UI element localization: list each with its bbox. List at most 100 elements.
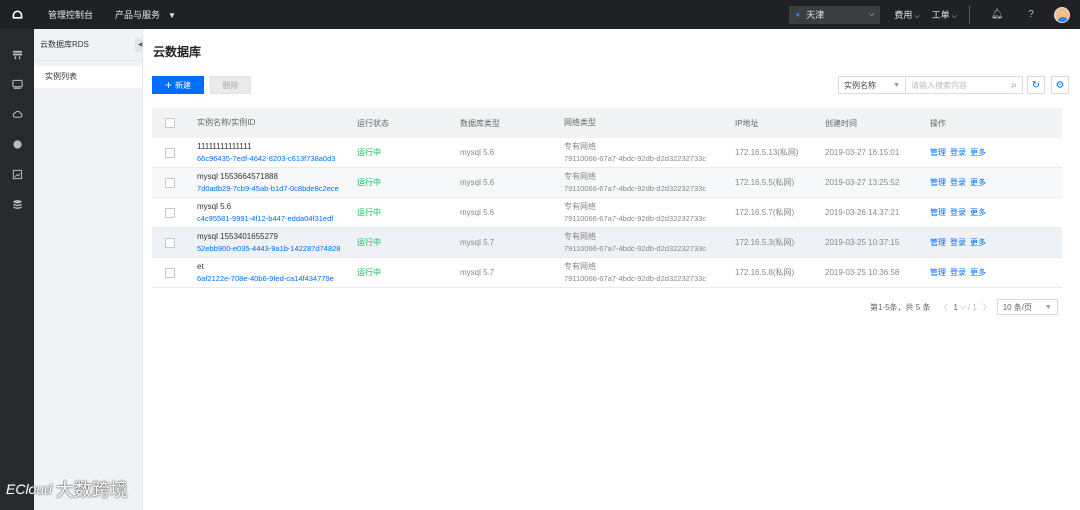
current-page[interactable]: 1 bbox=[953, 303, 957, 312]
login-link[interactable]: 登录 bbox=[950, 178, 966, 187]
instance-cell: mysql 5.6 c4c95581-9991-4f12-b447-edda04f… bbox=[187, 201, 357, 225]
ip-address: 172.16.5.5(私网) bbox=[735, 178, 795, 187]
more-link[interactable]: 更多 bbox=[970, 268, 986, 277]
table-row: mysql 5.6 c4c95581-9991-4f12-b447-edda04f… bbox=[152, 198, 1062, 228]
server-icon[interactable] bbox=[0, 39, 34, 69]
cloud-icon[interactable] bbox=[0, 99, 34, 129]
manage-link[interactable]: 管理 bbox=[930, 268, 946, 277]
table-row: mysql 1553401655279 52ebb900-e035-4443-9a… bbox=[152, 228, 1062, 258]
plus-icon: + bbox=[164, 78, 172, 92]
instance-id-link[interactable]: 6af2122e-708e-40b6-9fed-ca14f434779e bbox=[197, 273, 357, 285]
operations-cell: 管理 登录 更多 bbox=[930, 177, 1062, 188]
operations-cell: 管理 登录 更多 bbox=[930, 207, 1062, 218]
next-page-icon[interactable]: 〉 bbox=[983, 302, 991, 313]
filter-field-select[interactable]: 实例名称 ▼ bbox=[839, 77, 906, 93]
network-cell: 专有网络 79110066-67a7-4bdc-92db-d2d32232733c bbox=[564, 261, 735, 285]
gear-icon[interactable]: ⚙ bbox=[1051, 76, 1069, 94]
cost-menu[interactable]: 费用 ⌵ bbox=[894, 8, 919, 21]
row-select-cell bbox=[152, 267, 187, 278]
ticket-label: 工单 bbox=[931, 10, 950, 20]
more-link[interactable]: 更多 bbox=[970, 148, 986, 157]
more-link[interactable]: 更多 bbox=[970, 178, 986, 187]
db-type: mysql 5.7 bbox=[460, 268, 495, 277]
sidebar-title: 云数据库RDS ◀ bbox=[34, 29, 145, 61]
page-size-select[interactable]: 10 条/页 ▼ bbox=[996, 299, 1058, 315]
more-link[interactable]: 更多 bbox=[970, 208, 986, 217]
status-badge: 运行中 bbox=[357, 148, 381, 157]
status-badge: 运行中 bbox=[357, 208, 381, 217]
avatar[interactable] bbox=[1054, 6, 1070, 23]
instance-id-link[interactable]: c4c95581-9991-4f12-b447-edda04f31edf bbox=[197, 213, 357, 225]
manage-link[interactable]: 管理 bbox=[930, 148, 946, 157]
products-menu[interactable]: 产品与服务 ▼ bbox=[115, 8, 176, 21]
instance-id-link[interactable]: 7d0adb29-7cb9-45ab-b1d7-0c8bde8c2ece bbox=[197, 183, 357, 195]
sidebar-item-instance-list[interactable]: 实例列表 bbox=[34, 66, 142, 88]
console-link[interactable]: 管理控制台 bbox=[48, 8, 93, 21]
table-row: 11111111111111 66c96435-7edf-4642-8203-c6… bbox=[152, 138, 1062, 168]
bell-icon[interactable]: 🔔︎ bbox=[980, 9, 1014, 20]
instance-name: 11111111111111 bbox=[197, 141, 252, 151]
manage-link[interactable]: 管理 bbox=[930, 238, 946, 247]
status-badge: 运行中 bbox=[357, 178, 381, 187]
db-type: mysql 5.6 bbox=[460, 178, 495, 187]
instance-id-link[interactable]: 66c96435-7edf-4642-8203-c613f738a0d3 bbox=[197, 153, 357, 165]
network-cell: 专有网络 79110066-67a7-4bdc-92db-d2d32232733c bbox=[564, 171, 735, 195]
db-type: mysql 5.6 bbox=[460, 208, 495, 217]
column-header: 创建时间 bbox=[825, 118, 857, 128]
new-button[interactable]: + 新建 bbox=[152, 76, 204, 94]
network-id: 79110066-67a7-4bdc-92db-d2d32232733c bbox=[564, 153, 707, 163]
help-icon[interactable]: ? bbox=[1014, 9, 1048, 20]
row-checkbox[interactable] bbox=[164, 147, 175, 158]
ip-address: 172.16.5.3(私网) bbox=[735, 238, 795, 247]
row-checkbox[interactable] bbox=[164, 267, 175, 278]
instance-name: et bbox=[197, 261, 204, 271]
column-header: 操作 bbox=[930, 118, 946, 128]
manage-link[interactable]: 管理 bbox=[930, 208, 946, 217]
login-link[interactable]: 登录 bbox=[950, 148, 966, 157]
more-link[interactable]: 更多 bbox=[970, 238, 986, 247]
select-all-checkbox[interactable] bbox=[164, 118, 175, 128]
region-selector[interactable]: ● 天津 ⌵ bbox=[789, 5, 881, 24]
row-checkbox[interactable] bbox=[164, 207, 175, 218]
database-icon[interactable] bbox=[0, 189, 34, 219]
login-link[interactable]: 登录 bbox=[950, 238, 966, 247]
login-link[interactable]: 登录 bbox=[950, 208, 966, 217]
network-id: 79110066-67a7-4bdc-92db-d2d32232733c bbox=[564, 273, 707, 283]
ticket-menu[interactable]: 工单 ⌵ bbox=[932, 8, 957, 21]
watermark-text: 大数跨境 bbox=[55, 480, 128, 500]
chevron-down-icon: ⌵ bbox=[951, 13, 957, 20]
login-link[interactable]: 登录 bbox=[950, 268, 966, 277]
column-header: 运行状态 bbox=[357, 118, 389, 128]
ip-address: 172.16.5.8(私网) bbox=[735, 268, 795, 277]
network-cell: 专有网络 79110066-67a7-4bdc-92db-d2d32232733c bbox=[564, 201, 735, 225]
image-icon[interactable] bbox=[0, 159, 34, 189]
instance-cell: mysql 1553664571888 7d0adb29-7cb9-45ab-b1… bbox=[187, 171, 357, 195]
sidebar-title-text: 云数据库RDS bbox=[40, 40, 89, 49]
pagination: 第1-5条，共 5 条 〈 1 ⌵ / 1 〉 10 条/页 ▼ bbox=[870, 299, 1058, 315]
search-input[interactable]: 请输入搜索内容 bbox=[906, 77, 1006, 93]
operations-cell: 管理 登录 更多 bbox=[930, 237, 1062, 248]
created-time: 2019-03-25 10:37:15 bbox=[825, 238, 900, 247]
delete-button[interactable]: 删除 bbox=[210, 76, 251, 94]
operations-cell: 管理 登录 更多 bbox=[930, 147, 1062, 158]
network-type: 专有网络 bbox=[564, 201, 596, 211]
cloud-logo-icon[interactable] bbox=[0, 0, 34, 29]
prev-page-icon[interactable]: 〈 bbox=[939, 302, 947, 313]
search-icon[interactable]: ⌕ bbox=[1006, 80, 1022, 91]
table-row: et 6af2122e-708e-40b6-9fed-ca14f434779e 运行… bbox=[152, 258, 1062, 288]
instance-name: mysql 5.6 bbox=[197, 201, 232, 211]
network-type: 专有网络 bbox=[564, 141, 596, 151]
monitor-icon[interactable] bbox=[0, 69, 34, 99]
instance-id-link[interactable]: 52ebb900-e035-4443-9a1b-142287d74828 bbox=[197, 243, 357, 255]
row-select-cell bbox=[152, 177, 187, 188]
column-header: 实例名称/实例ID bbox=[197, 118, 256, 127]
row-checkbox[interactable] bbox=[164, 237, 175, 248]
row-checkbox[interactable] bbox=[164, 177, 175, 188]
products-label: 产品与服务 bbox=[115, 10, 161, 20]
manage-link[interactable]: 管理 bbox=[930, 178, 946, 187]
select-all-cell bbox=[152, 118, 187, 128]
refresh-icon[interactable]: ↻ bbox=[1027, 76, 1045, 94]
instance-cell: et 6af2122e-708e-40b6-9fed-ca14f434779e bbox=[187, 261, 357, 285]
circle-icon[interactable] bbox=[0, 129, 34, 159]
instance-table: 实例名称/实例ID 运行状态 数据库类型 网络类型 IP地址 创建时间 操作 1… bbox=[152, 108, 1062, 288]
